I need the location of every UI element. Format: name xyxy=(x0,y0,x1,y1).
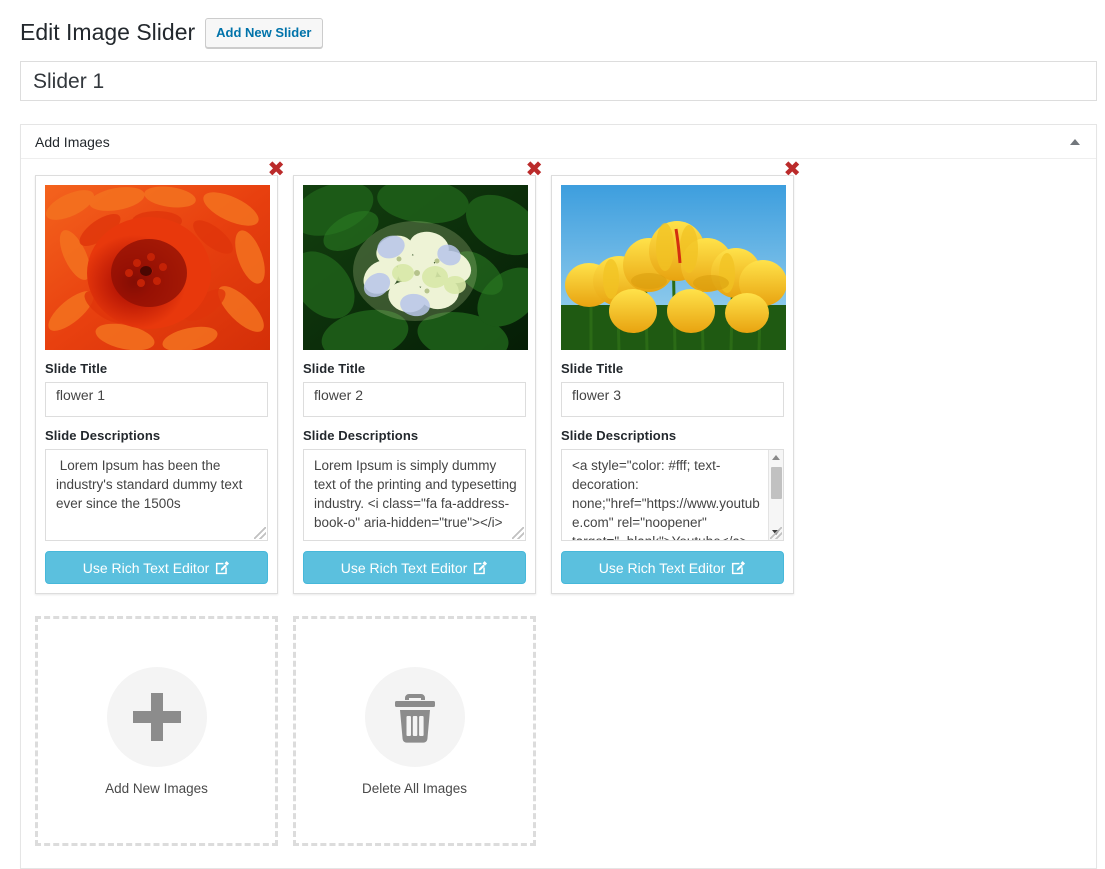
slide-descriptions-label: Slide Descriptions xyxy=(561,428,784,443)
slide-title-label: Slide Title xyxy=(303,361,526,376)
slide-title-input[interactable]: flower 3 xyxy=(561,382,784,417)
slide-description-text: <a style="color: #fff; text-decoration: … xyxy=(562,450,783,540)
edit-pencil-icon xyxy=(215,560,230,575)
textarea-resize-grip[interactable] xyxy=(254,527,266,539)
add-new-images-label: Add New Images xyxy=(105,781,208,796)
slide-title-input[interactable]: flower 2 xyxy=(303,382,526,417)
panel-body: ✖ xyxy=(21,159,1096,868)
slide-card: ✖ xyxy=(293,175,536,594)
slide-title-label: Slide Title xyxy=(45,361,268,376)
textarea-resize-grip[interactable] xyxy=(512,527,524,539)
slide-thumbnail[interactable] xyxy=(561,185,786,350)
slide-description-text: Lorem Ipsum is simply dummy text of the … xyxy=(304,450,525,540)
slide-card: ✖ xyxy=(551,175,794,594)
remove-slide-icon[interactable]: ✖ xyxy=(783,159,801,180)
scroll-up-arrow-icon[interactable] xyxy=(769,450,783,465)
page-title: Edit Image Slider xyxy=(20,18,195,48)
panel-collapse-toggle[interactable] xyxy=(1064,131,1086,153)
delete-all-images-button[interactable]: Delete All Images xyxy=(293,616,536,846)
plus-icon xyxy=(107,667,207,767)
panel-header: Add Images xyxy=(21,125,1096,159)
trash-icon xyxy=(365,667,465,767)
slide-descriptions-label: Slide Descriptions xyxy=(45,428,268,443)
add-new-slider-button[interactable]: Add New Slider xyxy=(205,18,322,49)
textarea-resize-grip[interactable] xyxy=(770,527,782,539)
slides-row: ✖ xyxy=(35,175,1082,594)
slide-title-label: Slide Title xyxy=(561,361,784,376)
slide-thumbnail[interactable] xyxy=(45,185,270,350)
slide-descriptions-label: Slide Descriptions xyxy=(303,428,526,443)
slide-description-text: Lorem Ipsum has been the industry's stan… xyxy=(46,450,267,540)
rte-button-label: Use Rich Text Editor xyxy=(83,561,210,575)
slider-name-field[interactable]: Slider 1 xyxy=(20,61,1097,101)
use-rich-text-editor-button[interactable]: Use Rich Text Editor xyxy=(561,551,784,584)
remove-slide-icon[interactable]: ✖ xyxy=(525,159,543,180)
use-rich-text-editor-button[interactable]: Use Rich Text Editor xyxy=(45,551,268,584)
bulk-actions-row: Add New Images Delete All Im xyxy=(35,616,1082,846)
caret-up-icon xyxy=(1070,139,1080,145)
add-images-panel: Add Images ✖ xyxy=(20,124,1097,869)
delete-all-images-label: Delete All Images xyxy=(362,781,467,796)
slide-description-textarea[interactable]: Lorem Ipsum is simply dummy text of the … xyxy=(303,449,526,541)
slide-thumbnail[interactable] xyxy=(303,185,528,350)
add-new-images-dropzone[interactable]: Add New Images xyxy=(35,616,278,846)
rte-button-label: Use Rich Text Editor xyxy=(341,561,468,575)
edit-pencil-icon xyxy=(473,560,488,575)
scrollbar-track[interactable] xyxy=(769,465,783,525)
slide-title-input[interactable]: flower 1 xyxy=(45,382,268,417)
slide-card: ✖ xyxy=(35,175,278,594)
scrollbar-thumb xyxy=(771,467,782,499)
edit-pencil-icon xyxy=(731,560,746,575)
slider-name-value: Slider 1 xyxy=(33,71,104,92)
rte-button-label: Use Rich Text Editor xyxy=(599,561,726,575)
slide-description-textarea[interactable]: <a style="color: #fff; text-decoration: … xyxy=(561,449,784,541)
slide-description-textarea[interactable]: Lorem Ipsum has been the industry's stan… xyxy=(45,449,268,541)
page-header: Edit Image Slider Add New Slider xyxy=(0,0,1105,50)
remove-slide-icon[interactable]: ✖ xyxy=(267,159,285,180)
panel-title: Add Images xyxy=(35,134,110,150)
use-rich-text-editor-button[interactable]: Use Rich Text Editor xyxy=(303,551,526,584)
